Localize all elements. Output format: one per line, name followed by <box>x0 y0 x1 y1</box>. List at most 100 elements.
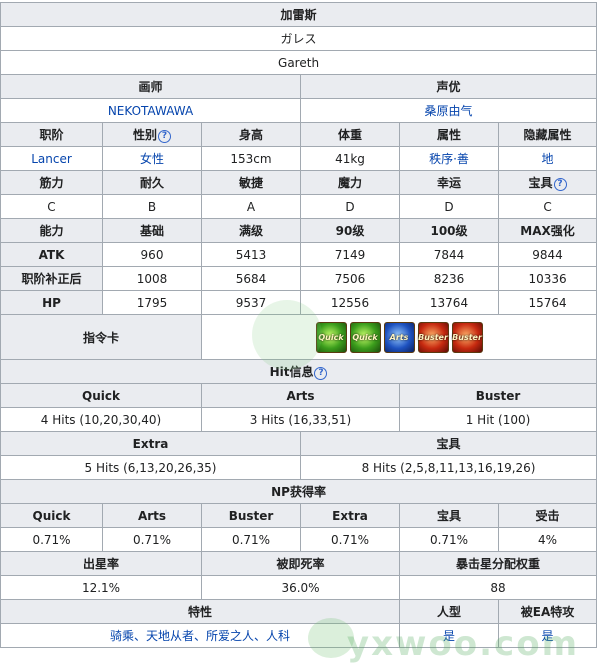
humanoid-label: 人型 <box>399 599 499 624</box>
np-label: 宝具 <box>399 503 499 528</box>
help-icon[interactable]: ? <box>553 178 567 191</box>
endurance-label: 耐久 <box>102 170 202 195</box>
stats-header: 能力 <box>0 218 103 243</box>
stats-header: 基础 <box>102 218 202 243</box>
np-label: Quick <box>0 503 103 528</box>
np-value: 4% <box>497 527 597 552</box>
np-label: Arts <box>102 503 202 528</box>
weight-label: 体重 <box>300 122 400 147</box>
stat-cell: 1795 <box>102 290 202 315</box>
gender-link[interactable]: 女性 <box>102 146 202 171</box>
voice-actor-link[interactable]: 桑原由气 <box>299 98 597 123</box>
buster-card-icon: Buster <box>451 321 483 353</box>
humanoid-link[interactable]: 是 <box>399 623 499 648</box>
np-value: 0.71% <box>0 527 103 552</box>
servant-name-en: Gareth <box>0 50 597 75</box>
stat-cell: 7506 <box>300 266 400 291</box>
quick-card-icon: Quick <box>349 321 381 353</box>
stat-cell: 9844 <box>497 242 597 267</box>
class-label: 职阶 <box>0 122 103 147</box>
death-rate-value: 36.0% <box>201 575 400 600</box>
height-value: 153cm <box>201 146 301 171</box>
agility-value: A <box>201 194 301 219</box>
table-row: 职阶补正后 1008 5684 7506 8236 10336 <box>0 266 597 291</box>
hit-arts-value: 3 Hits (16,33,51) <box>201 407 400 432</box>
hit-quick-value: 4 Hits (10,20,30,40) <box>0 407 202 432</box>
class-link[interactable]: Lancer <box>0 146 103 171</box>
stat-cell: 960 <box>102 242 202 267</box>
stat-cell: 7844 <box>399 242 499 267</box>
table-row: HP 1795 9537 12556 13764 15764 <box>0 290 597 315</box>
stat-row-label: ATK <box>0 242 103 267</box>
hit-quick-label: Quick <box>0 383 202 408</box>
np-value: 0.71% <box>201 527 301 552</box>
attribute-link[interactable]: 秩序·善 <box>399 146 499 171</box>
stat-cell: 13764 <box>399 290 499 315</box>
star-rate-value: 12.1% <box>0 575 202 600</box>
np-value: 0.71% <box>300 527 400 552</box>
hidden-attribute-link[interactable]: 地 <box>497 146 597 171</box>
gender-label-text: 性别 <box>132 128 157 142</box>
stats-header: 满级 <box>201 218 301 243</box>
buster-card-icon: Buster <box>417 321 449 353</box>
help-icon[interactable]: ? <box>314 367 328 380</box>
hit-np-value: 8 Hits (2,5,8,11,13,16,19,26) <box>299 455 597 480</box>
illustrator-link[interactable]: NEKOTAWAWA <box>0 98 301 123</box>
mana-value: D <box>300 194 400 219</box>
servant-name-jp: ガレス <box>0 26 597 51</box>
ea-special-link[interactable]: 是 <box>497 623 597 648</box>
hit-info-title: Hit信息? <box>0 359 597 384</box>
strength-value: C <box>0 194 103 219</box>
np-gain-title: NP获得率 <box>0 479 597 504</box>
np-value: 0.71% <box>399 527 499 552</box>
command-card-label: 指令卡 <box>0 314 202 360</box>
stat-cell: 8236 <box>399 266 499 291</box>
height-label: 身高 <box>201 122 301 147</box>
stat-cell: 5684 <box>201 266 301 291</box>
help-icon[interactable]: ? <box>158 130 171 143</box>
gender-label: 性别? <box>102 122 202 147</box>
agility-label: 敏捷 <box>201 170 301 195</box>
endurance-value: B <box>102 194 202 219</box>
stat-cell: 12556 <box>300 290 400 315</box>
stat-cell: 7149 <box>300 242 400 267</box>
attribute-label: 属性 <box>399 122 499 147</box>
hit-buster-value: 1 Hit (100) <box>398 407 597 432</box>
stats-header: MAX强化 <box>497 218 597 243</box>
luck-value: D <box>399 194 499 219</box>
stat-cell: 1008 <box>102 266 202 291</box>
star-weight-value: 88 <box>398 575 597 600</box>
command-cards: Quick Quick Arts Buster Buster <box>315 321 483 353</box>
hit-np-label: 宝具 <box>299 431 597 456</box>
np-label: Extra <box>300 503 400 528</box>
ea-special-label: 被EA特攻 <box>497 599 597 624</box>
death-rate-label: 被即死率 <box>201 551 400 576</box>
traits-label: 特性 <box>0 599 400 624</box>
hit-arts-label: Arts <box>201 383 400 408</box>
stats-header: 100级 <box>399 218 499 243</box>
mana-label: 魔力 <box>300 170 400 195</box>
hidden-attribute-label: 隐藏属性 <box>497 122 597 147</box>
strength-label: 筋力 <box>0 170 103 195</box>
quick-card-icon: Quick <box>315 321 347 353</box>
stat-cell: 15764 <box>497 290 597 315</box>
voice-actor-label: 声优 <box>299 74 597 99</box>
hit-extra-value: 5 Hits (6,13,20,26,35) <box>0 455 301 480</box>
servant-name-cn: 加雷斯 <box>0 2 597 27</box>
star-rate-label: 出星率 <box>0 551 202 576</box>
illustrator-label: 画师 <box>0 74 301 99</box>
servant-info-table: 加雷斯 ガレス Gareth 画师 声优 NEKOTAWAWA 桑原由气 职阶 … <box>0 2 597 648</box>
star-weight-label: 暴击星分配权重 <box>398 551 597 576</box>
stat-cell: 10336 <box>497 266 597 291</box>
weight-value: 41kg <box>300 146 400 171</box>
luck-label: 幸运 <box>399 170 499 195</box>
traits-links[interactable]: 骑乘、天地从者、所爱之人、人科 <box>0 623 400 648</box>
np-label: Buster <box>201 503 301 528</box>
stat-row-label: 职阶补正后 <box>0 266 103 291</box>
hit-extra-label: Extra <box>0 431 301 456</box>
table-row: ATK 960 5413 7149 7844 9844 <box>0 242 597 267</box>
noble-phantasm-label: 宝具? <box>497 170 597 195</box>
np-value: 0.71% <box>102 527 202 552</box>
hit-buster-label: Buster <box>398 383 597 408</box>
noble-phantasm-label-text: 宝具 <box>528 176 553 190</box>
